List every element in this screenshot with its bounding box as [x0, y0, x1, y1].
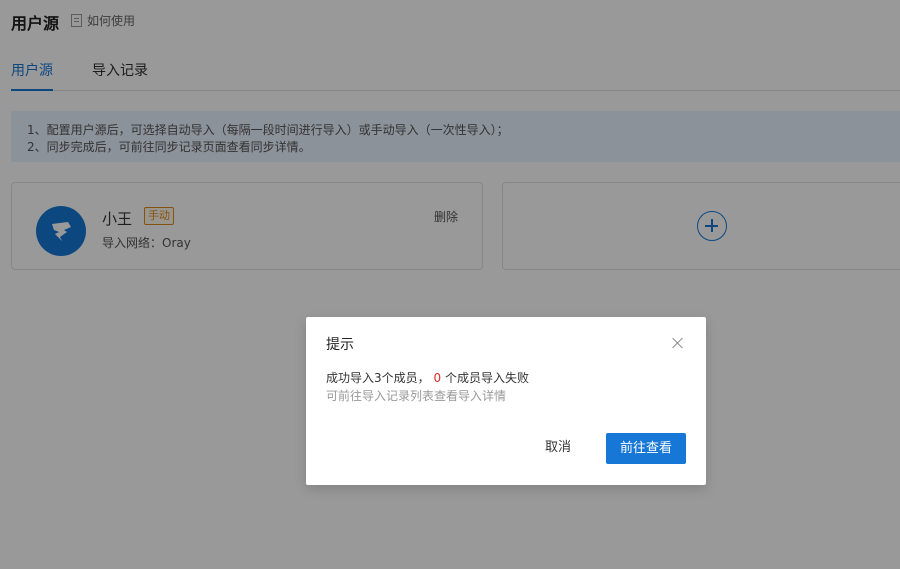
cancel-button[interactable]: 取消	[529, 433, 587, 463]
view-records-button[interactable]: 前往查看	[606, 433, 686, 464]
result-dialog: 提示 成功导入3个成员， 0 个成员导入失败 可前往导入记录列表查看导入详情 取…	[306, 317, 706, 485]
close-icon[interactable]	[670, 335, 686, 351]
fail-count: 0	[433, 371, 442, 385]
result-fail-text: 个成员导入失败	[444, 371, 529, 385]
import-result-text: 成功导入3个成员， 0 个成员导入失败	[326, 369, 529, 386]
import-hint-text: 可前往导入记录列表查看导入详情	[326, 389, 507, 403]
dialog-title: 提示	[326, 337, 354, 353]
result-success-text: 成功导入3个成员，	[326, 371, 430, 385]
